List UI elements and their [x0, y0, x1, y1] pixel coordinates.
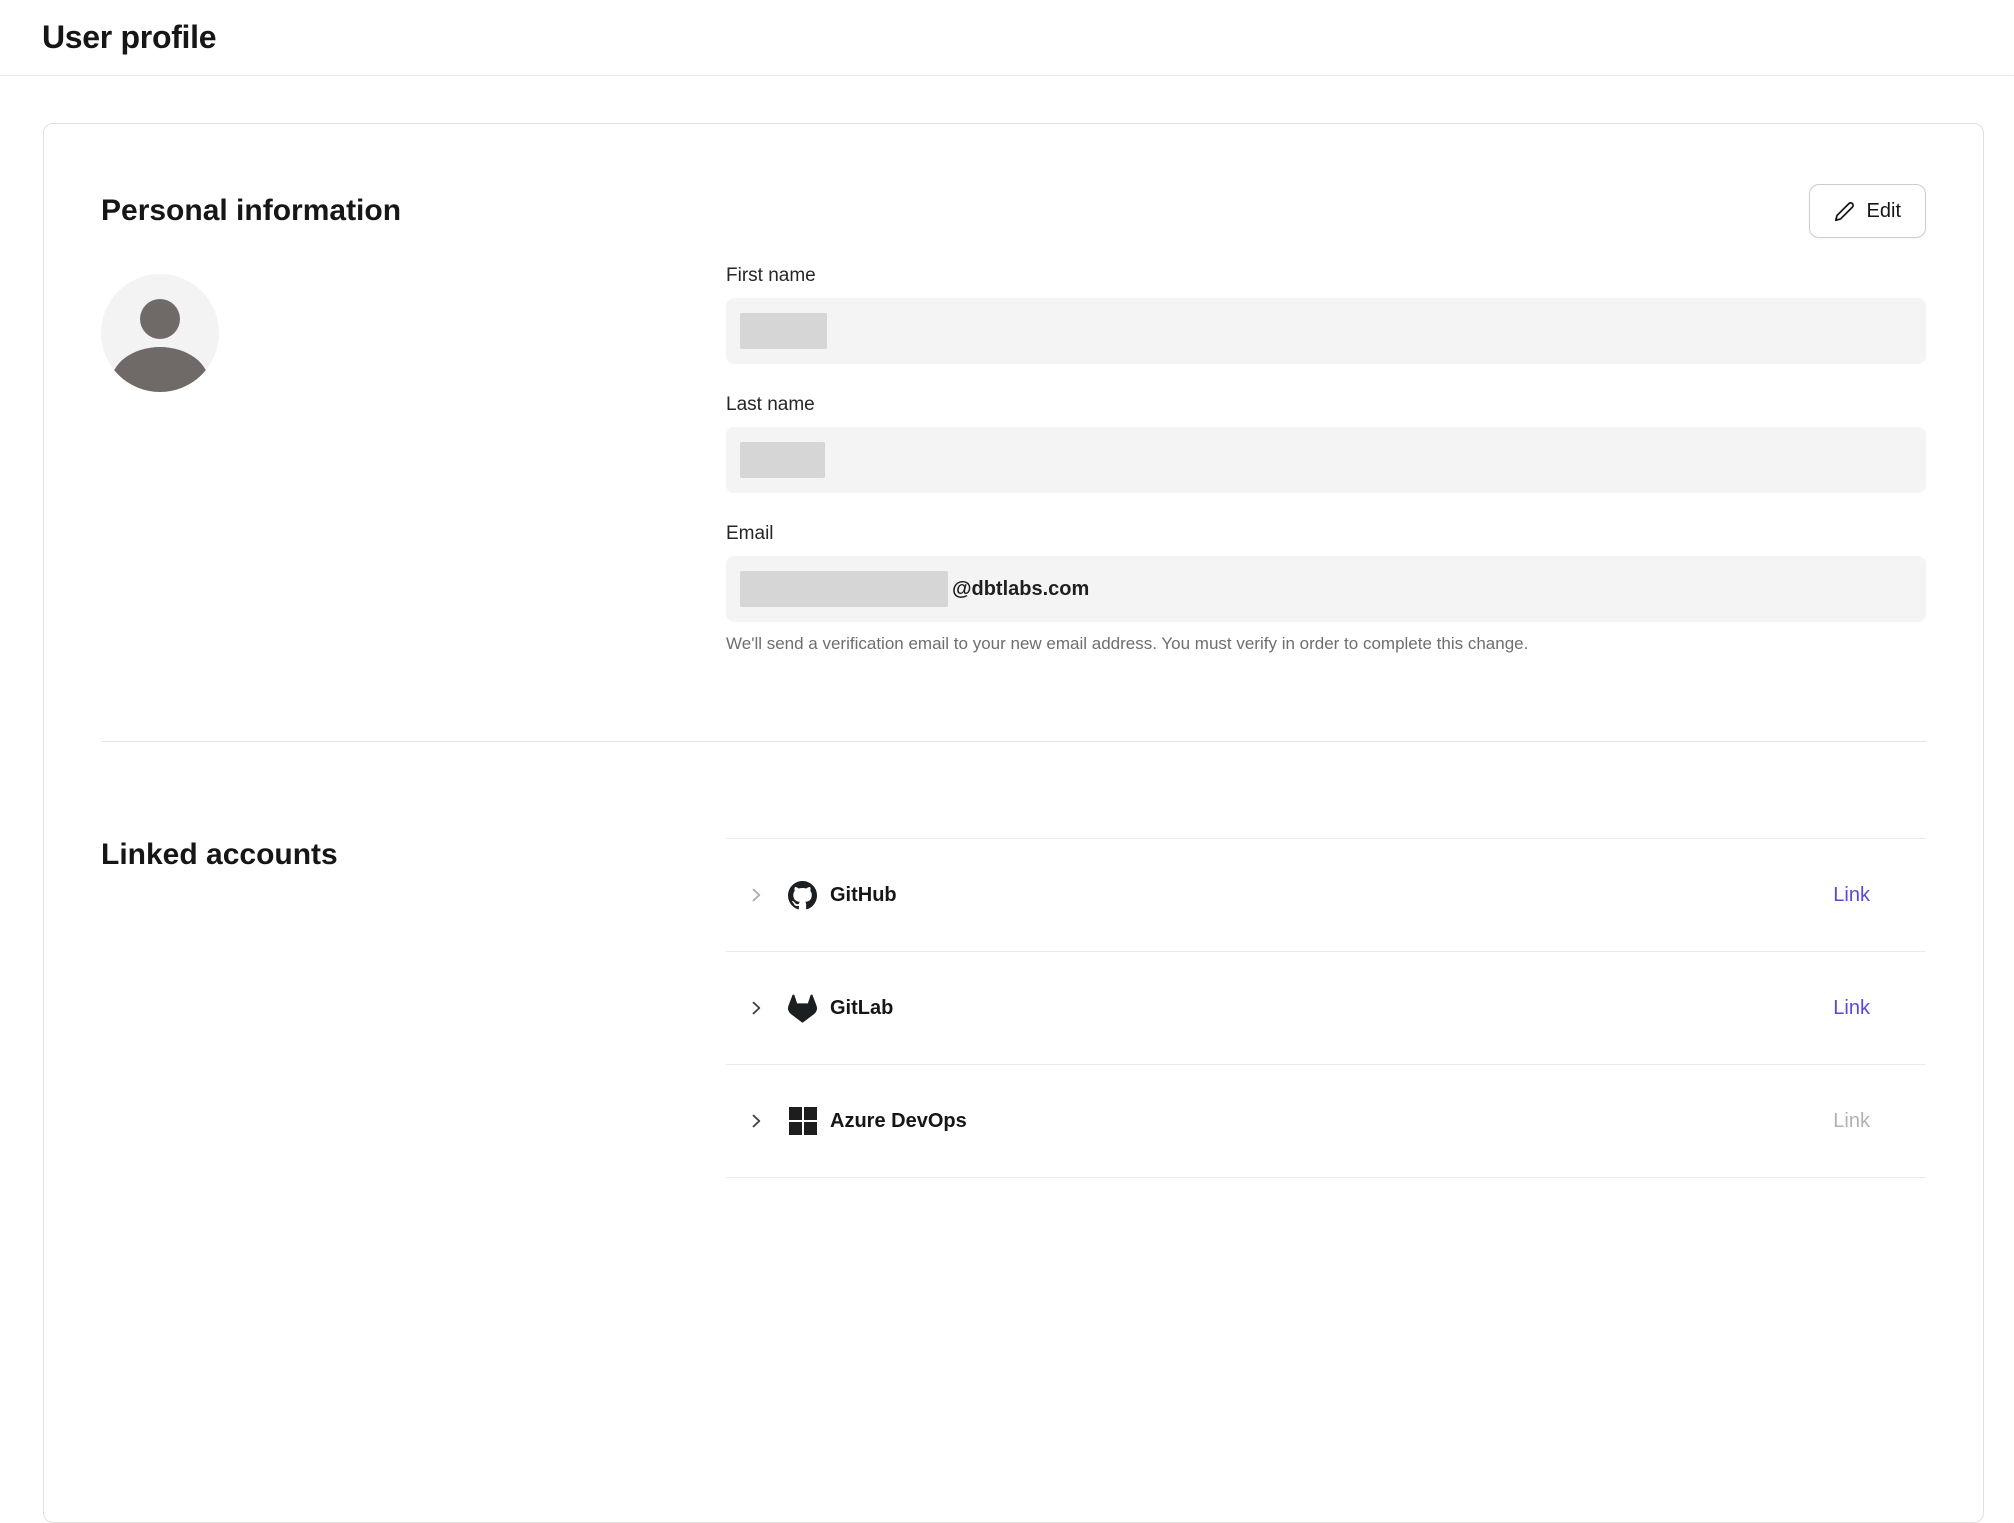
edit-button[interactable]: Edit	[1809, 184, 1926, 238]
personal-information-header: Personal information Edit	[101, 184, 1926, 238]
last-name-input	[726, 427, 1926, 493]
user-profile-card: Personal information Edit First name	[43, 123, 1984, 1523]
linked-account-row-github: GitHub Link	[726, 839, 1926, 952]
last-name-label: Last name	[726, 393, 1926, 417]
account-name: GitHub	[830, 884, 897, 907]
azure-devops-link-action: Link	[1833, 1110, 1870, 1133]
email-input: @dbtlabs.com	[726, 556, 1926, 622]
linked-account-row-gitlab: GitLab Link	[726, 952, 1926, 1065]
email-domain-suffix: @dbtlabs.com	[952, 578, 1089, 601]
gitlab-link-action[interactable]: Link	[1833, 997, 1870, 1020]
first-name-label: First name	[726, 264, 1926, 288]
personal-information-heading: Personal information	[101, 192, 401, 230]
chevron-right-icon[interactable]	[746, 998, 766, 1018]
section-divider	[101, 741, 1926, 742]
redacted-email-value	[740, 571, 948, 607]
email-helper-text: We'll send a verification email to your …	[726, 633, 1926, 655]
chevron-right-icon[interactable]	[746, 885, 766, 905]
personal-information-body: First name Last name Email @dbtlabs.com …	[101, 264, 1926, 655]
linked-accounts-section: Linked accounts GitHub Link	[101, 836, 1926, 1178]
pencil-icon	[1834, 201, 1855, 222]
chevron-right-icon[interactable]	[746, 1111, 766, 1131]
email-field-group: Email @dbtlabs.com We'll send a verifica…	[726, 522, 1926, 655]
last-name-field-group: Last name	[726, 393, 1926, 493]
github-link-action[interactable]: Link	[1833, 884, 1870, 907]
redacted-last-name-value	[740, 442, 825, 478]
account-name: Azure DevOps	[830, 1110, 967, 1133]
account-name: GitLab	[830, 997, 893, 1020]
first-name-input	[726, 298, 1926, 364]
azure-devops-icon	[788, 1107, 817, 1136]
first-name-field-group: First name	[726, 264, 1926, 364]
linked-accounts-list: GitHub Link GitLab Link	[726, 838, 1926, 1178]
page-header: User profile	[0, 0, 2014, 76]
avatar	[101, 274, 219, 392]
page-title: User profile	[42, 19, 216, 56]
redacted-first-name-value	[740, 313, 827, 349]
email-label: Email	[726, 522, 1926, 546]
linked-accounts-heading: Linked accounts	[101, 836, 726, 874]
linked-account-row-azure-devops: Azure DevOps Link	[726, 1065, 1926, 1178]
edit-button-label: Edit	[1867, 200, 1901, 223]
github-icon	[788, 881, 817, 910]
gitlab-icon	[788, 994, 817, 1023]
person-icon	[140, 299, 180, 339]
